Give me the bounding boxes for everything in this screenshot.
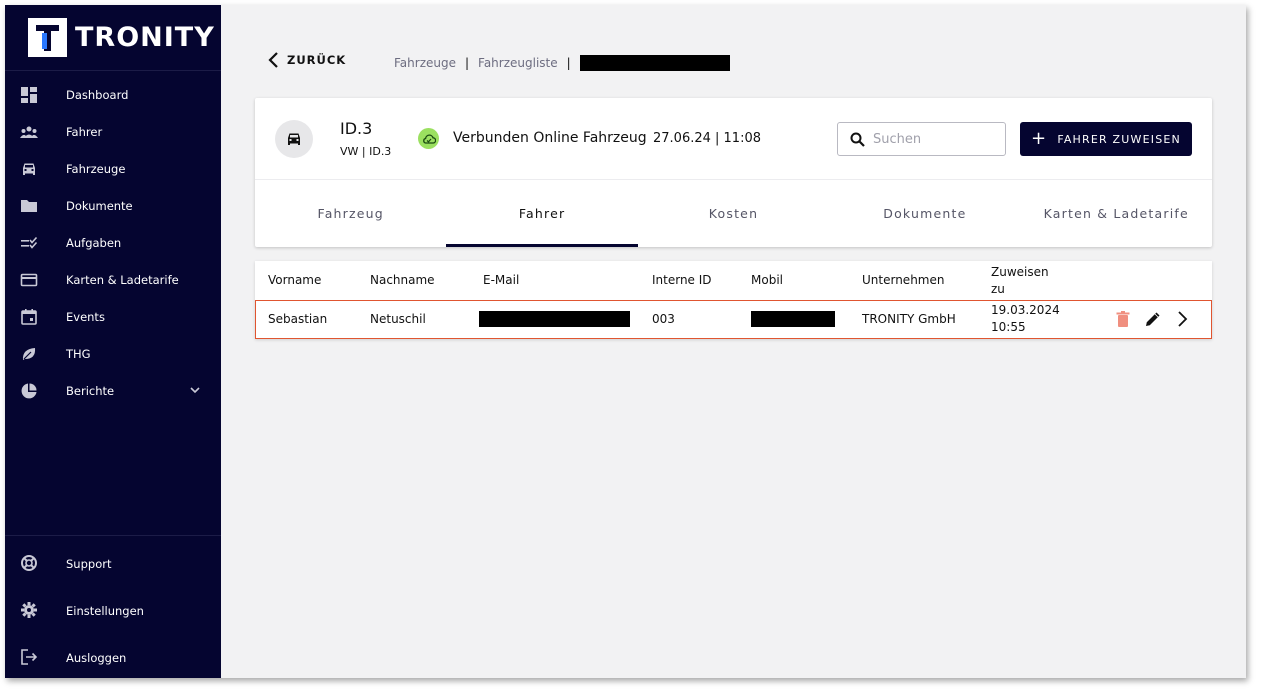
column-header-interne-id[interactable]: Interne ID — [652, 261, 712, 300]
logo-text: TRONITY — [75, 21, 215, 53]
status-timestamp: 27.06.24 | 11:08 — [653, 131, 761, 146]
column-header-nachname[interactable]: Nachname — [370, 261, 435, 300]
sidebar-item-dashboard[interactable]: Dashboard — [5, 76, 221, 113]
column-header-unternehmen[interactable]: Unternehmen — [862, 261, 944, 300]
folder-icon — [21, 200, 37, 212]
vehicle-avatar — [275, 120, 313, 158]
people-icon — [20, 126, 38, 138]
vehicle-header-card: ID.3 VW | ID.3 Verbunden Online Fahrzeug… — [255, 98, 1212, 247]
drivers-table: Vorname Nachname E-Mail Interne ID Mobil… — [255, 261, 1212, 339]
cell-email — [479, 301, 630, 337]
checklist-icon — [21, 236, 38, 249]
column-header-mobil[interactable]: Mobil — [751, 261, 783, 300]
redacted-breadcrumb — [579, 55, 730, 71]
sidebar-item-label: Fahrer — [66, 124, 103, 139]
plus-icon: + — [1031, 128, 1048, 149]
pie-chart-icon — [21, 383, 37, 399]
redacted-email — [479, 311, 630, 327]
sidebar-nav: Dashboard Fahrer Fahrzeuge Dokumente Auf… — [5, 76, 221, 409]
breadcrumb-fahrzeugliste[interactable]: Fahrzeugliste — [478, 56, 558, 70]
sidebar-item-events[interactable]: Events — [5, 298, 221, 335]
breadcrumb-separator: | — [464, 56, 470, 70]
sidebar-item-label: Berichte — [66, 383, 115, 398]
cell-vorname: Sebastian — [268, 311, 328, 326]
leaf-icon — [22, 348, 36, 360]
back-label: ZURÜCK — [287, 53, 347, 67]
tab-fahrzeug[interactable]: Fahrzeug — [255, 180, 446, 247]
sidebar-item-label: Karten & Ladetarife — [66, 272, 179, 287]
edit-icon[interactable] — [1144, 310, 1162, 328]
redacted-mobile — [751, 311, 835, 327]
card-icon — [20, 273, 38, 287]
logo-mark — [28, 17, 67, 57]
sidebar-item-aufgaben[interactable]: Aufgaben — [5, 224, 221, 261]
column-header-vorname[interactable]: Vorname — [268, 261, 321, 300]
sidebar: TRONITY Dashboard Fahrer Fahrzeuge Dokum… — [5, 5, 221, 678]
tab-dokumente[interactable]: Dokumente — [829, 180, 1020, 247]
cell-nachname: Netuschil — [370, 311, 426, 326]
sidebar-item-dokumente[interactable]: Dokumente — [5, 187, 221, 224]
search-icon — [850, 132, 865, 147]
sidebar-item-berichte[interactable]: Berichte — [5, 372, 221, 409]
column-header-email[interactable]: E-Mail — [483, 261, 519, 300]
dashboard-icon — [21, 87, 37, 103]
calendar-icon — [21, 309, 37, 325]
tab-karten-ladetarife[interactable]: Karten & Ladetarife — [1021, 180, 1212, 247]
cloud-icon — [422, 134, 436, 144]
assign-driver-button[interactable]: + FAHRER ZUWEISEN — [1020, 122, 1192, 156]
sidebar-item-ausloggen[interactable]: Ausloggen — [5, 634, 221, 678]
sidebar-item-label: Dokumente — [66, 198, 133, 213]
cell-mobil — [751, 301, 835, 337]
cell-interne-id: 003 — [652, 311, 675, 326]
sidebar-bottom-nav: Support Einstellungen Ausloggen — [5, 540, 221, 678]
delete-icon[interactable] — [1115, 310, 1131, 328]
sidebar-item-label: Aufgaben — [66, 235, 122, 250]
sidebar-item-label: Fahrzeuge — [66, 161, 126, 176]
tab-bar: Fahrzeug Fahrer Kosten Dokumente Karten … — [255, 180, 1212, 247]
chevron-down-icon[interactable] — [189, 384, 201, 396]
search-box[interactable] — [837, 122, 1006, 156]
sidebar-item-thg[interactable]: THG — [5, 335, 221, 372]
chevron-right-icon[interactable] — [1175, 310, 1189, 328]
sidebar-item-fahrer[interactable]: Fahrer — [5, 113, 221, 150]
assign-driver-label: FAHRER ZUWEISEN — [1057, 132, 1181, 146]
status-indicator — [418, 128, 439, 149]
sidebar-item-label: Ausloggen — [66, 650, 127, 665]
sidebar-item-support[interactable]: Support — [5, 540, 221, 587]
logo[interactable]: TRONITY — [28, 17, 215, 57]
logout-icon — [21, 649, 38, 665]
sidebar-item-karten[interactable]: Karten & Ladetarife — [5, 261, 221, 298]
sidebar-item-label: Support — [66, 556, 112, 571]
breadcrumb: Fahrzeuge | Fahrzeugliste | — [394, 55, 730, 71]
divider — [5, 70, 221, 71]
cell-unternehmen: TRONITY GmbH — [862, 311, 956, 326]
car-icon — [23, 163, 35, 175]
cell-zuweisen-zu: 19.03.2024 10:55 — [991, 303, 1060, 334]
breadcrumb-fahrzeuge[interactable]: Fahrzeuge — [394, 56, 456, 70]
search-input[interactable] — [873, 131, 993, 147]
vehicle-name: ID.3 — [340, 119, 373, 138]
car-icon — [288, 133, 300, 145]
lifebuoy-icon — [21, 555, 37, 571]
back-button[interactable]: ZURÜCK — [267, 51, 346, 69]
sidebar-item-label: THG — [66, 346, 91, 361]
gear-icon — [21, 602, 37, 618]
sidebar-item-label: Events — [66, 309, 105, 324]
app-window: TRONITY Dashboard Fahrer Fahrzeuge Dokum… — [5, 5, 1246, 678]
table-row[interactable]: Sebastian Netuschil 003 TRONITY GmbH 19.… — [255, 300, 1212, 339]
column-header-zuweisen-zu[interactable]: Zuweisen zu — [991, 261, 1059, 300]
status-text: Verbunden Online Fahrzeug — [453, 130, 647, 146]
sidebar-item-label: Einstellungen — [66, 603, 144, 618]
sidebar-item-einstellungen[interactable]: Einstellungen — [5, 587, 221, 634]
breadcrumb-separator: | — [566, 56, 571, 70]
tab-fahrer[interactable]: Fahrer — [446, 180, 639, 247]
chevron-left-icon — [268, 52, 278, 68]
vehicle-subtitle: VW | ID.3 — [340, 145, 392, 158]
tab-kosten[interactable]: Kosten — [638, 180, 829, 247]
sidebar-item-label: Dashboard — [66, 87, 129, 102]
divider — [5, 535, 221, 536]
sidebar-item-fahrzeuge[interactable]: Fahrzeuge — [5, 150, 221, 187]
